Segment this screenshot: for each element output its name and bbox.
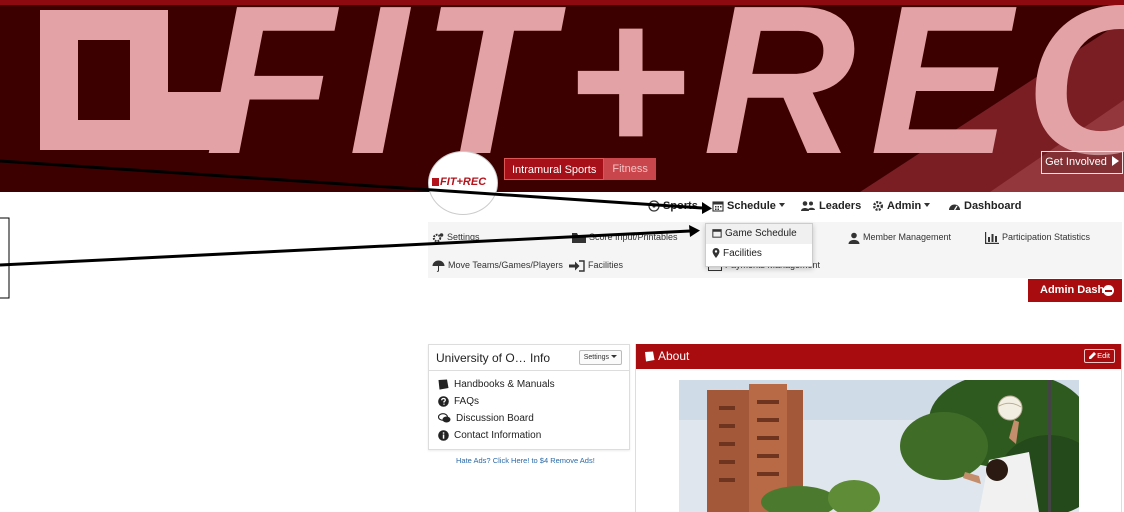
nav-dashboard[interactable]: Dashboard <box>948 193 1021 219</box>
info-link-faqs-label: FAQs <box>454 396 480 407</box>
user-icon <box>848 232 860 244</box>
dropdown-item-facilities-label: Facilities <box>723 248 762 259</box>
info-link-contact-information[interactable]: Contact Information <box>438 427 629 444</box>
bar-chart-icon <box>985 231 999 244</box>
chevron-down-icon <box>778 203 785 207</box>
info-link-discussion-board[interactable]: Discussion Board <box>437 410 629 427</box>
admin-participation-statistics-label: Participation Statistics <box>1002 232 1091 242</box>
admin-facilities-link[interactable]: Facilities <box>569 256 623 274</box>
info-settings-button[interactable]: Settings <box>578 350 622 365</box>
nav-admin[interactable]: Admin <box>872 193 931 219</box>
folder-icon <box>572 233 586 244</box>
admin-move-teams-link[interactable]: Move Teams/Games/Players <box>432 256 563 274</box>
volleyball-photo-image <box>679 380 1079 512</box>
gear-icon <box>873 201 883 212</box>
nav-dashboard-label: Dashboard <box>964 200 1022 212</box>
tab-intramural-sports[interactable]: Intramural Sports <box>504 158 605 180</box>
users-icon <box>801 201 815 212</box>
info-settings-label: Settings <box>583 354 609 361</box>
about-photo <box>679 380 1079 512</box>
gears-icon <box>432 232 444 242</box>
about-edit-button[interactable]: Edit <box>1084 349 1115 363</box>
dropdown-item-facilities[interactable]: Facilities <box>706 244 812 264</box>
nav-leaders-label: Leaders <box>819 200 862 212</box>
dropdown-item-game-schedule-label: Game Schedule <box>725 228 797 239</box>
chevron-down-icon <box>611 355 617 358</box>
info-widget-header: University of O… Info Settings <box>429 345 629 371</box>
banner-wordmark: FIT+REC <box>205 0 1124 192</box>
map-marker-icon <box>712 248 720 259</box>
logo-wordmark: FIT+REC <box>440 176 487 188</box>
calendar-icon <box>712 229 722 239</box>
admin-settings-label: Settings <box>447 232 480 242</box>
nav-admin-label: Admin <box>887 200 922 212</box>
admin-settings-link[interactable]: Settings <box>432 228 480 246</box>
sign-in-icon <box>569 259 585 272</box>
info-widget: University of O… Info Settings Handbooks… <box>428 344 630 450</box>
nav-sports[interactable]: Sports <box>648 193 698 219</box>
chevron-down-icon <box>924 203 931 207</box>
admin-member-management-link[interactable]: Member Management <box>848 228 951 246</box>
info-circle-icon <box>438 430 449 441</box>
dropdown-item-game-schedule[interactable]: Game Schedule <box>706 224 812 244</box>
ou-logo-icon <box>432 178 439 186</box>
about-panel: About Edit <box>635 344 1122 512</box>
admin-member-management-label: Member Management <box>863 232 952 242</box>
nav-schedule-label: Schedule <box>727 200 776 212</box>
comments-icon <box>437 413 451 423</box>
umbrella-icon <box>432 260 445 272</box>
info-widget-title: University of O… Info <box>436 351 551 365</box>
remove-ads-link[interactable]: Hate Ads? Click Here! to $4 Remove Ads! <box>456 456 595 465</box>
tab-fitness[interactable]: Fitness <box>604 158 656 180</box>
soccer-ball-icon <box>648 200 660 212</box>
calendar-icon <box>712 201 724 212</box>
schedule-dropdown-menu: Game Schedule Facilities <box>705 223 813 267</box>
book-icon <box>438 379 449 390</box>
info-link-discussion-board-label: Discussion Board <box>456 413 534 424</box>
admin-move-teams-label: Move Teams/Games/Players <box>448 260 563 270</box>
get-involved-button[interactable]: Get Involved <box>1041 151 1123 174</box>
minus-circle-icon <box>1103 285 1114 296</box>
about-panel-title: About <box>658 349 690 363</box>
about-edit-label: Edit <box>1097 351 1110 360</box>
info-link-handbooks-label: Handbooks & Manuals <box>454 379 555 390</box>
admin-score-input-link[interactable]: Score Input/Printables <box>572 228 678 246</box>
nav-sports-label: Sports <box>663 200 698 212</box>
admin-dash-label: Admin Dash <box>1040 284 1105 296</box>
logo-text: FIT+REC <box>432 176 486 188</box>
about-panel-header: About Edit <box>636 344 1121 369</box>
pencil-icon <box>1089 352 1097 359</box>
info-link-contact-information-label: Contact Information <box>454 430 542 441</box>
question-circle-icon <box>438 396 449 407</box>
admin-participation-statistics-link[interactable]: Participation Statistics <box>985 228 1090 246</box>
nav-leaders[interactable]: Leaders <box>800 193 861 219</box>
book-icon <box>645 351 655 362</box>
ou-monogram-icon <box>40 10 232 150</box>
info-link-handbooks[interactable]: Handbooks & Manuals <box>438 376 629 393</box>
admin-score-input-label: Score Input/Printables <box>589 232 678 242</box>
arrow-head-schedule <box>702 202 712 214</box>
dashboard-icon <box>949 204 960 211</box>
info-links-list: Handbooks & Manuals FAQs Discussion Boar… <box>429 371 629 444</box>
admin-facilities-label: Facilities <box>588 260 624 270</box>
admin-dash-button[interactable]: Admin Dash <box>1028 279 1122 302</box>
play-icon <box>1111 156 1119 166</box>
site-tabs: Intramural Sports Fitness <box>504 158 656 180</box>
info-link-faqs[interactable]: FAQs <box>438 393 629 410</box>
callout-box-outline <box>0 217 10 299</box>
get-involved-label: Get Involved <box>1045 156 1107 168</box>
nav-schedule[interactable]: Schedule <box>712 193 785 219</box>
